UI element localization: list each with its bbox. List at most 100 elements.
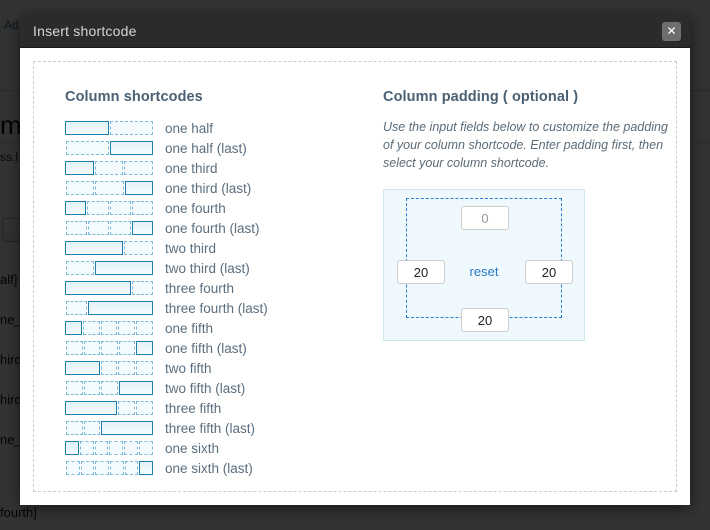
shortcode-layout-preview bbox=[65, 401, 153, 415]
preview-column-empty bbox=[136, 401, 153, 415]
preview-column-filled bbox=[65, 441, 79, 455]
list-item[interactable]: two third (last) bbox=[65, 258, 363, 278]
preview-column-filled bbox=[65, 281, 131, 295]
shortcode-label: one third bbox=[165, 160, 218, 176]
preview-column-empty bbox=[94, 441, 109, 455]
shortcode-label: three fourth (last) bbox=[165, 300, 268, 316]
preview-column-filled bbox=[118, 381, 153, 395]
preview-column-filled bbox=[95, 261, 153, 275]
preview-column-empty bbox=[118, 341, 136, 355]
preview-column-filled bbox=[65, 361, 100, 375]
shortcode-label: one fourth bbox=[165, 200, 226, 216]
preview-column-empty bbox=[101, 341, 118, 355]
list-item[interactable]: one fifth (last) bbox=[65, 338, 363, 358]
shortcode-layout-preview bbox=[65, 461, 154, 475]
preview-column-filled bbox=[65, 321, 82, 335]
list-item[interactable]: one half bbox=[65, 118, 363, 138]
preview-column-empty bbox=[101, 381, 118, 395]
preview-column-empty bbox=[118, 361, 136, 375]
list-item[interactable]: one fourth bbox=[65, 198, 363, 218]
shortcode-layout-preview bbox=[65, 321, 153, 335]
preview-column-filled bbox=[88, 301, 153, 315]
shortcode-label: one half bbox=[165, 120, 214, 136]
preview-column-filled bbox=[65, 121, 109, 135]
shortcode-label: three fourth bbox=[165, 280, 235, 296]
preview-column-empty bbox=[131, 281, 153, 295]
shortcode-layout-preview bbox=[65, 441, 153, 455]
preview-column-filled bbox=[124, 181, 153, 195]
padding-bottom-input[interactable] bbox=[461, 308, 509, 333]
insert-shortcode-dialog: Insert shortcode ✕ Column shortcodes one… bbox=[20, 15, 690, 505]
padding-top-input[interactable] bbox=[461, 206, 509, 231]
padding-reset-link[interactable]: reset bbox=[384, 264, 584, 279]
list-item[interactable]: three fourth bbox=[65, 278, 363, 298]
preview-column-empty bbox=[87, 201, 109, 215]
preview-column-empty bbox=[100, 321, 118, 335]
list-item[interactable]: two fifth bbox=[65, 358, 363, 378]
preview-column-empty bbox=[82, 321, 100, 335]
preview-column-filled bbox=[65, 401, 118, 415]
shortcode-layout-preview bbox=[65, 381, 153, 395]
preview-column-empty bbox=[110, 461, 124, 475]
shortcode-layout-preview bbox=[65, 301, 153, 315]
shortcode-label: three fifth (last) bbox=[165, 420, 256, 436]
shortcode-layout-preview bbox=[65, 141, 153, 155]
shortcode-label: one fourth (last) bbox=[165, 220, 260, 236]
list-item[interactable]: one fourth (last) bbox=[65, 218, 363, 238]
list-item[interactable]: one third (last) bbox=[65, 178, 363, 198]
shortcode-label: one fifth bbox=[165, 320, 214, 336]
shortcode-label: two third (last) bbox=[165, 260, 250, 276]
list-item[interactable]: one fifth bbox=[65, 318, 363, 338]
shortcode-label: two third bbox=[165, 240, 217, 256]
shortcode-layout-preview bbox=[65, 241, 153, 255]
preview-column-empty bbox=[110, 221, 131, 235]
shortcode-layout-preview bbox=[65, 361, 153, 375]
padding-widget: reset bbox=[383, 189, 585, 342]
preview-column-filled bbox=[65, 161, 94, 175]
close-icon[interactable]: ✕ bbox=[662, 22, 681, 41]
list-item[interactable]: one third bbox=[65, 158, 363, 178]
preview-column-empty bbox=[118, 321, 136, 335]
dialog-titlebar: Insert shortcode ✕ bbox=[20, 15, 690, 48]
shortcode-label: one sixth (last) bbox=[165, 460, 253, 476]
preview-column-empty bbox=[124, 241, 153, 255]
preview-column-filled bbox=[110, 141, 153, 155]
list-item[interactable]: three fifth (last) bbox=[65, 418, 363, 438]
preview-column-filled bbox=[136, 341, 153, 355]
preview-column-filled bbox=[101, 421, 153, 435]
preview-column-empty bbox=[136, 321, 153, 335]
column-padding-pane: Column padding ( optional ) Use the inpu… bbox=[363, 89, 677, 492]
preview-column-empty bbox=[118, 401, 136, 415]
list-item[interactable]: two third bbox=[65, 238, 363, 258]
shortcode-layout-preview bbox=[65, 261, 153, 275]
shortcode-layout-preview bbox=[65, 201, 153, 215]
preview-column-empty bbox=[83, 421, 101, 435]
preview-column-empty bbox=[66, 141, 109, 155]
preview-column-filled bbox=[132, 221, 153, 235]
panes: Column shortcodes one half one half (last… bbox=[33, 61, 677, 492]
preview-column-filled bbox=[65, 201, 87, 215]
column-shortcodes-heading: Column shortcodes bbox=[65, 89, 203, 105]
preview-column-empty bbox=[109, 201, 131, 215]
preview-column-empty bbox=[94, 161, 124, 175]
list-item[interactable]: three fourth (last) bbox=[65, 298, 363, 318]
preview-column-empty bbox=[83, 381, 101, 395]
preview-column-empty bbox=[124, 161, 153, 175]
preview-column-empty bbox=[95, 181, 124, 195]
shortcode-layout-preview bbox=[65, 421, 153, 435]
list-item[interactable]: three fifth bbox=[65, 398, 363, 418]
preview-column-empty bbox=[88, 221, 109, 235]
shortcode-layout-preview bbox=[65, 121, 153, 135]
column-shortcodes-pane: Column shortcodes one half one half (last… bbox=[33, 89, 363, 492]
list-item[interactable]: two fifth (last) bbox=[65, 378, 363, 398]
list-item[interactable]: one sixth (last) bbox=[65, 458, 363, 478]
shortcode-list: one half one half (last) one third one thir… bbox=[65, 118, 363, 478]
list-item[interactable]: one half (last) bbox=[65, 138, 363, 158]
preview-column-empty bbox=[95, 461, 110, 475]
list-item[interactable]: one sixth bbox=[65, 438, 363, 458]
preview-column-empty bbox=[66, 261, 95, 275]
dialog-body: Column shortcodes one half one half (last… bbox=[20, 48, 690, 505]
shortcode-layout-preview bbox=[65, 221, 153, 235]
preview-column-empty bbox=[66, 181, 95, 195]
preview-column-empty bbox=[139, 441, 153, 455]
